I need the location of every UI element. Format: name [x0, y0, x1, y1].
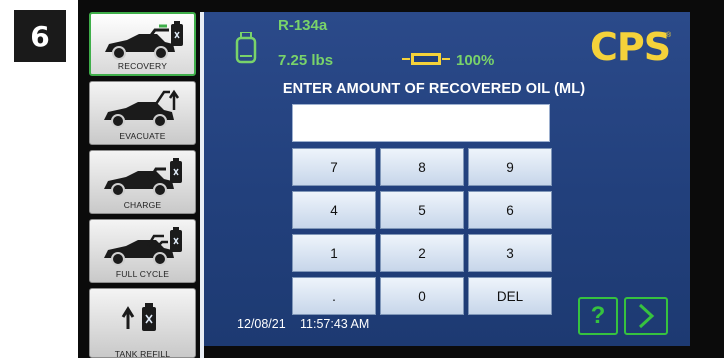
- key-3[interactable]: 3: [468, 234, 552, 272]
- status-date: 12/08/21: [237, 317, 286, 331]
- car-recovery-icon: [105, 21, 183, 60]
- key-1[interactable]: 1: [292, 234, 376, 272]
- sidebar-item-label: FULL CYCLE: [115, 269, 170, 279]
- next-button[interactable]: [624, 297, 668, 335]
- help-button[interactable]: ?: [578, 297, 618, 335]
- main-screen: R-134a 7.25 lbs 100% CPS ® ENTER AMOUNT …: [204, 12, 690, 346]
- mode-sidebar: RECOVERY EVACUATE CHARGE FULL CYCLE TANK…: [89, 12, 196, 358]
- refrigerant-type: R-134a: [278, 17, 328, 34]
- sidebar-item-label: RECOVERY: [117, 61, 168, 71]
- sidebar-item-label: EVACUATE: [119, 131, 166, 141]
- status-time: 11:57:43 AM: [300, 317, 370, 331]
- sidebar-item-evacuate[interactable]: EVACUATE: [89, 81, 196, 145]
- sidebar-item-label: TANK REFILL: [114, 349, 171, 358]
- step-number-badge: 6: [14, 10, 66, 62]
- oil-amount-input[interactable]: [292, 104, 550, 142]
- key-4[interactable]: 4: [292, 191, 376, 229]
- key-5[interactable]: 5: [380, 191, 464, 229]
- sidebar-item-label: CHARGE: [123, 200, 162, 210]
- car-charge-icon: [104, 158, 182, 197]
- numeric-keypad: 7 8 9 4 5 6 1 2 3 . 0 DEL: [292, 148, 552, 315]
- sidebar-item-charge[interactable]: CHARGE: [89, 150, 196, 214]
- sidebar-item-recovery[interactable]: RECOVERY: [89, 12, 196, 76]
- car-evacuate-icon: [104, 89, 180, 128]
- tank-weight: 7.25 lbs: [278, 52, 334, 69]
- sidebar-item-full-cycle[interactable]: FULL CYCLE: [89, 219, 196, 283]
- key-decimal[interactable]: .: [292, 277, 376, 315]
- car-full-cycle-icon: [104, 227, 182, 266]
- refrigerant-tank-icon: [235, 32, 257, 64]
- key-7[interactable]: 7: [292, 148, 376, 186]
- brand-logo: CPS: [590, 25, 671, 69]
- battery-level: 100%: [456, 52, 495, 69]
- key-9[interactable]: 9: [468, 148, 552, 186]
- sidebar-item-tank-refill[interactable]: TANK REFILL: [89, 288, 196, 358]
- key-0[interactable]: 0: [380, 277, 464, 315]
- page-title: ENTER AMOUNT OF RECOVERED OIL (ML): [282, 81, 586, 97]
- key-8[interactable]: 8: [380, 148, 464, 186]
- delete-key[interactable]: DEL: [468, 277, 552, 315]
- battery-icon: [402, 53, 450, 65]
- tank-refill-icon: [121, 303, 156, 331]
- chevron-right-icon: [638, 303, 655, 329]
- key-2[interactable]: 2: [380, 234, 464, 272]
- registered-mark: ®: [666, 32, 672, 39]
- question-mark-icon: ?: [590, 302, 606, 329]
- key-6[interactable]: 6: [468, 191, 552, 229]
